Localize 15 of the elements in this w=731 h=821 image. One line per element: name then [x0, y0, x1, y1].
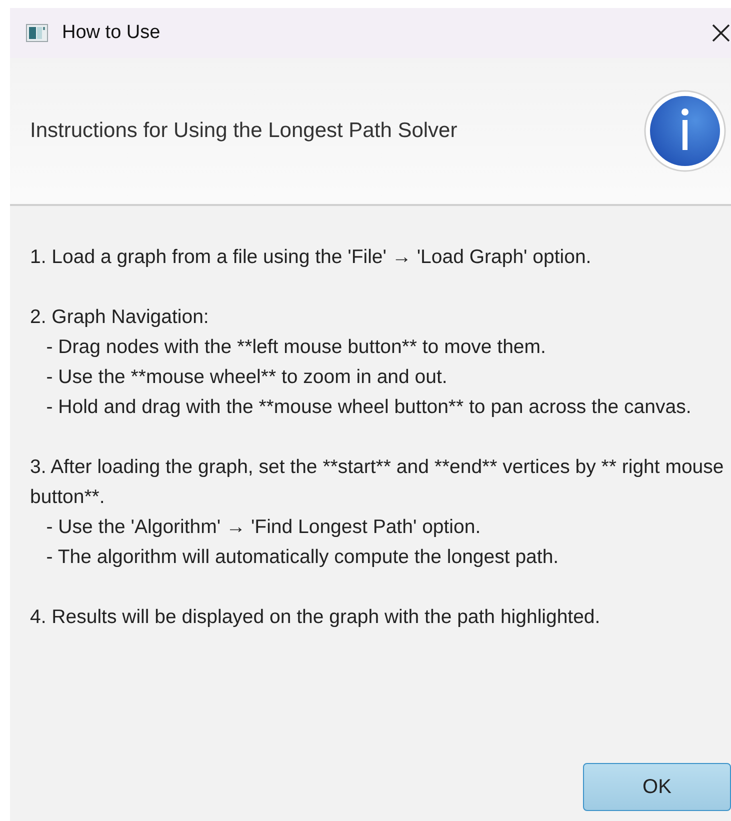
instruction-text: - Use the **mouse wheel** to zoom in and out. [45, 365, 448, 390]
close-icon[interactable] [711, 23, 731, 43]
instruction-text: 4. Results will be displayed on the graph with the path highlighted. [30, 605, 602, 630]
ok-button[interactable]: OK [583, 763, 731, 811]
app-icon [26, 24, 48, 42]
instruction-text: 1. Load a graph from a file using the 'File' → 'Load Graph' option. [30, 245, 592, 270]
instruction-text: - The algorithm will automatically compute the longest path. [45, 545, 560, 570]
instruction-text: - Hold and drag with the **mouse wheel button** to pan across the canvas. [45, 395, 692, 420]
info-icon [643, 89, 727, 173]
instruction-text: - Drag nodes with the **left mouse button** to move them. [45, 335, 547, 360]
instruction-text: - Use the 'Algorithm' → 'Find Longest Path' option. [45, 515, 482, 540]
instruction-text: 2. Graph Navigation: [30, 305, 210, 330]
instruction-text: 3. After loading the graph, set the **start** and **end** vertices by ** right mouse button**. [30, 455, 725, 510]
window-title: How to Use [62, 22, 160, 44]
header-text: Instructions for Using the Longest Path Solver [30, 119, 458, 143]
